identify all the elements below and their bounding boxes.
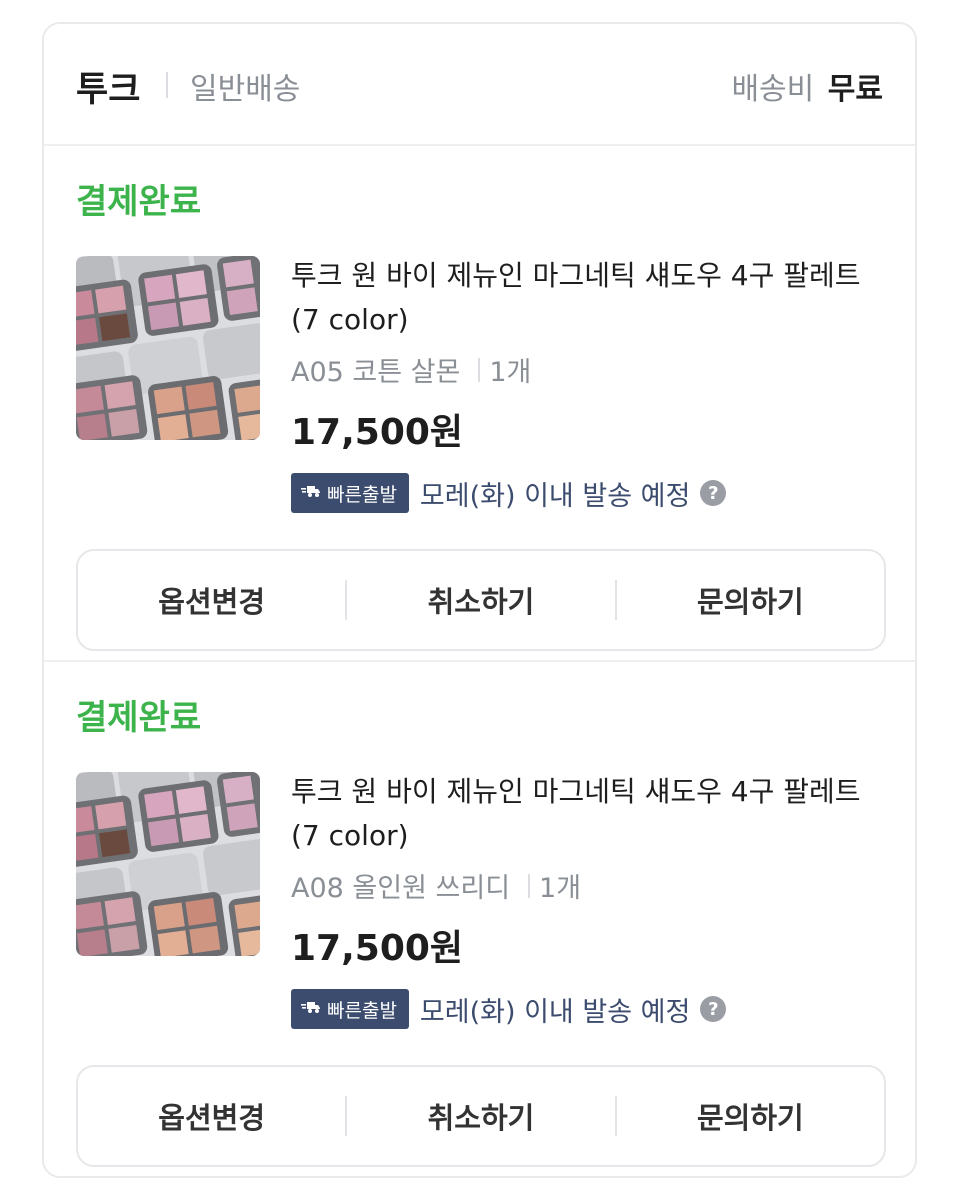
product-option: A08 올인원 쓰리디 1개 [291,866,891,905]
product-image [76,256,260,440]
product-option: A05 코튼 살몬 1개 [291,350,891,389]
shipping-eta: 모레(화) 이내 발송 예정 [419,480,691,512]
change-option-button[interactable]: 옵션변경 [78,551,345,649]
product-image [76,772,260,956]
option-name: A05 코튼 살몬 [291,357,461,388]
inquiry-button[interactable]: 문의하기 [617,1067,884,1165]
inquiry-button[interactable]: 문의하기 [617,551,884,649]
product-price: 17,500원 [291,412,464,453]
product-thumbnail[interactable] [76,772,260,956]
fast-shipping-badge: 빠른출발 [291,473,409,513]
question-circle-icon[interactable]: ? [700,480,727,506]
seller-name[interactable]: 투크 [76,61,140,112]
shipping-fee-label: 배송비 [731,72,815,107]
fast-shipping-badge: 빠른출발 [291,989,409,1029]
product-thumbnail[interactable] [76,256,260,440]
product-info: 투크 원 바이 제뉴인 마그네틱 섀도우 4구 팔레트 (7 color) A0… [291,254,891,513]
option-divider [478,357,481,382]
option-divider [528,873,531,898]
shipping-eta: 모레(화) 이내 발송 예정 [419,996,691,1028]
order-actions: 옵션변경 취소하기 문의하기 [76,1065,886,1167]
shipping-eta-row: 빠른출발 모레(화) 이내 발송 예정 ? [291,473,891,513]
product-name[interactable]: 투크 원 바이 제뉴인 마그네틱 섀도우 4구 팔레트 (7 color) [291,254,891,342]
product-info: 투크 원 바이 제뉴인 마그네틱 섀도우 4구 팔레트 (7 color) A0… [291,770,891,1029]
order-actions: 옵션변경 취소하기 문의하기 [76,549,886,651]
shipping-fee-info: 배송비 무료 [731,64,883,108]
fast-truck-icon [301,482,321,504]
option-name: A08 올인원 쓰리디 [291,873,511,904]
option-quantity: 1개 [489,357,532,388]
order-status: 결제완료 [76,182,202,222]
cancel-button[interactable]: 취소하기 [347,1067,614,1165]
fast-truck-icon [301,998,321,1020]
shipping-eta-row: 빠른출발 모레(화) 이내 발송 예정 ? [291,989,891,1029]
seller-header: 투크 일반배송 배송비 무료 [44,24,915,146]
order-card: 투크 일반배송 배송비 무료 결제완료 투크 원 바이 제뉴인 마그네틱 섀도우… [42,22,917,1178]
question-circle-icon[interactable]: ? [700,996,727,1022]
delivery-type: 일반배송 [190,72,301,107]
order-status: 결제완료 [76,698,202,738]
change-option-button[interactable]: 옵션변경 [78,1067,345,1165]
order-item: 결제완료 투크 원 바이 제뉴인 마그네틱 섀도우 4구 팔레트 (7 colo… [44,662,915,1178]
shipping-fee-value: 무료 [827,72,883,107]
product-price: 17,500원 [291,928,464,969]
badge-label: 빠른출발 [327,483,397,506]
cancel-button[interactable]: 취소하기 [347,551,614,649]
badge-label: 빠른출발 [327,999,397,1022]
seller-divider [166,72,168,98]
option-quantity: 1개 [539,873,582,904]
product-name[interactable]: 투크 원 바이 제뉴인 마그네틱 섀도우 4구 팔레트 (7 color) [291,770,891,858]
order-item: 결제완료 투크 원 바이 제뉴인 마그네틱 섀도우 4구 팔레트 (7 colo… [44,146,915,662]
